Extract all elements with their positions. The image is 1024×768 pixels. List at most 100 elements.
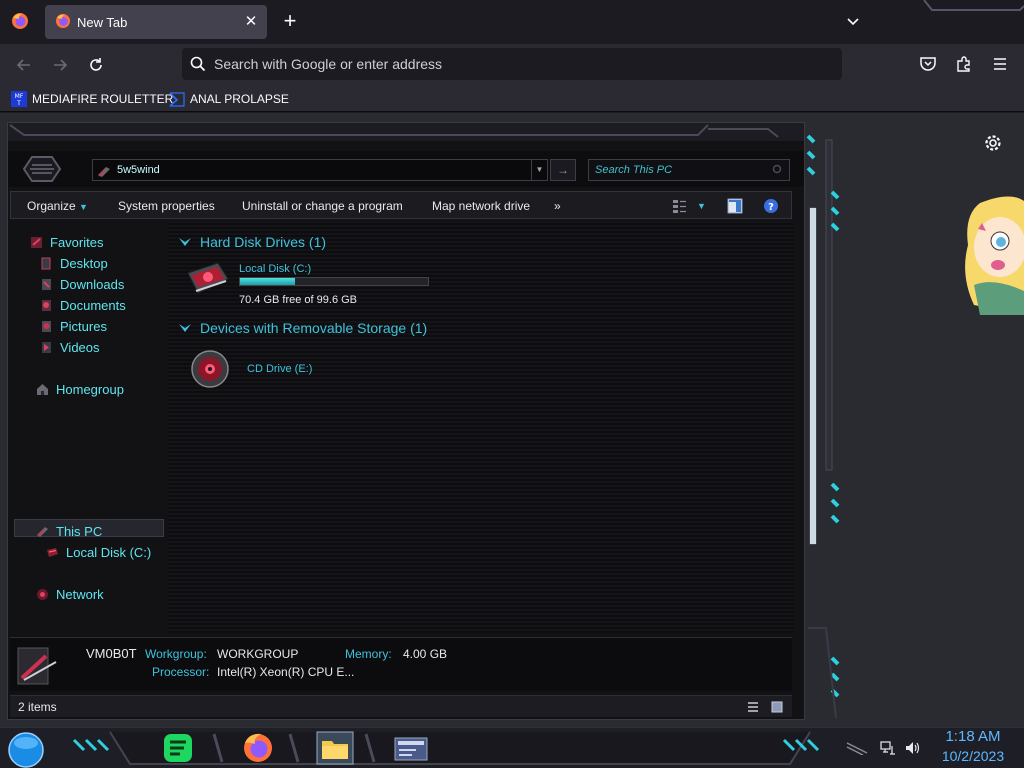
clock-time[interactable]: 1:18 AM <box>932 728 1014 745</box>
large-icons-view-icon[interactable] <box>770 700 784 714</box>
gear-icon[interactable] <box>983 133 1003 153</box>
pocket-icon[interactable] <box>918 54 938 74</box>
go-arrow-icon[interactable]: → <box>550 159 576 181</box>
nav-this-pc[interactable]: This PC <box>36 522 102 540</box>
help-icon[interactable]: ? <box>762 197 780 215</box>
reload-icon[interactable] <box>83 53 109 77</box>
workgroup-label: Workgroup: <box>145 647 207 661</box>
taskbar: 1:18 AM 10/2/2023 <box>0 727 1024 768</box>
address-dropdown-icon[interactable]: ▼ <box>531 160 547 180</box>
group-label: Devices with Removable Storage (1) <box>200 320 428 336</box>
prolapse-icon <box>169 92 185 107</box>
svg-text:MF: MF <box>15 93 24 100</box>
group-header-removable-storage[interactable]: Devices with Removable Storage (1) <box>178 320 427 336</box>
tab-new-tab[interactable]: New Tab ✕ <box>45 5 267 39</box>
nav-label: Downloads <box>60 276 125 292</box>
firefox-icon[interactable] <box>239 731 277 765</box>
nav-local-disk[interactable]: Local Disk (C:) <box>46 543 151 561</box>
volume-icon[interactable] <box>904 740 920 756</box>
windows-orb-icon[interactable] <box>22 155 62 183</box>
nav-label: Desktop <box>60 255 108 271</box>
bookmark-mediafire[interactable]: MF T MEDIAFIRE ROULETTER <box>11 90 173 108</box>
chevron-down-icon: ▼ <box>79 202 88 212</box>
view-options-icon[interactable] <box>671 197 689 215</box>
control-panel-icon[interactable] <box>392 731 430 765</box>
search-icon[interactable] <box>771 164 783 176</box>
nav-pictures[interactable]: Pictures <box>40 317 107 335</box>
search-this-pc-input[interactable] <box>595 162 765 178</box>
menu-icon[interactable] <box>990 54 1010 74</box>
star-icon <box>31 236 42 248</box>
show-hidden-icons[interactable] <box>845 741 869 755</box>
nav-documents[interactable]: Documents <box>40 296 126 314</box>
system-properties-button[interactable]: System properties <box>118 199 215 213</box>
chevron-down-icon[interactable] <box>843 12 863 32</box>
tab-strip: New Tab ✕ + <box>0 0 1024 44</box>
bookmark-prolapse[interactable]: ANAL PROLAPSE <box>169 90 289 108</box>
address-input[interactable] <box>117 162 517 178</box>
command-bar: Organize ▼ System properties Uninstall o… <box>10 191 792 219</box>
processor-label: Processor: <box>152 665 210 679</box>
capacity-fill <box>240 278 295 285</box>
group-header-hard-disk-drives[interactable]: Hard Disk Drives (1) <box>178 234 326 250</box>
firefox-view-icon[interactable] <box>11 12 29 30</box>
nav-favorites[interactable]: Favorites <box>30 233 103 251</box>
nav-label: Homegroup <box>56 381 124 397</box>
memory-label: Memory: <box>345 647 392 661</box>
nav-label: Documents <box>60 297 126 313</box>
start-orb-icon[interactable] <box>8 732 44 768</box>
new-tab-button[interactable]: + <box>279 10 301 34</box>
search-icon <box>190 56 206 72</box>
chevron-down-icon <box>179 238 191 246</box>
taskbar-decoration <box>72 731 820 765</box>
address-bar[interactable]: ▼ <box>92 159 548 181</box>
drive-item-e[interactable]: CD Drive (E:) <box>190 349 390 393</box>
pictures-icon <box>42 320 51 332</box>
hard-drive-icon <box>47 547 58 557</box>
spotify-icon[interactable] <box>160 731 198 765</box>
homegroup-icon <box>37 383 48 395</box>
nav-downloads[interactable]: Downloads <box>40 275 124 293</box>
hard-drive-icon <box>187 262 229 294</box>
explorer-search-box[interactable] <box>588 159 790 181</box>
network-tray-icon[interactable] <box>880 740 896 756</box>
back-arrow-icon[interactable] <box>11 53 37 77</box>
bookmark-label: ANAL PROLAPSE <box>190 92 289 106</box>
nav-homegroup[interactable]: Homegroup <box>36 380 124 398</box>
nav-desktop[interactable]: Desktop <box>40 254 108 272</box>
uninstall-program-button[interactable]: Uninstall or change a program <box>242 199 403 213</box>
group-label: Hard Disk Drives (1) <box>200 234 327 250</box>
drive-c-free-space: 70.4 GB free of 99.6 GB <box>239 294 358 306</box>
preview-pane-icon[interactable] <box>726 197 744 215</box>
computer-icon <box>98 167 110 177</box>
organize-button[interactable]: Organize ▼ <box>27 199 88 213</box>
status-bar: 2 items <box>10 695 792 717</box>
window-decoration <box>923 0 1024 11</box>
organize-label: Organize <box>27 199 76 213</box>
details-view-icon[interactable] <box>746 700 760 714</box>
forward-arrow-icon[interactable] <box>47 53 73 77</box>
close-tab-icon[interactable]: ✕ <box>241 12 261 32</box>
nav-label: Favorites <box>50 234 104 250</box>
file-explorer-icon[interactable] <box>316 731 354 765</box>
clock-date[interactable]: 10/2/2023 <box>932 748 1014 764</box>
url-bar[interactable] <box>182 48 842 80</box>
chevron-down-icon <box>179 324 191 332</box>
nav-network[interactable]: Network <box>36 585 104 603</box>
explorer-navigation-bar: ▼ → <box>8 151 804 187</box>
computer-name: VM0B0T <box>86 646 137 661</box>
more-commands-button[interactable]: » <box>554 199 561 213</box>
cartoon-character-image <box>965 196 1024 315</box>
network-icon <box>37 588 48 600</box>
view-dropdown-icon[interactable]: ▼ <box>697 201 706 211</box>
bookmark-label: MEDIAFIRE ROULETTER <box>32 92 174 106</box>
nav-videos[interactable]: Videos <box>40 338 100 356</box>
workgroup-value: WORKGROUP <box>217 647 299 661</box>
map-network-drive-button[interactable]: Map network drive <box>432 199 530 213</box>
downloads-icon <box>42 278 51 290</box>
extensions-icon[interactable] <box>954 54 974 74</box>
cd-drive-icon <box>191 350 229 388</box>
url-input[interactable] <box>214 53 814 75</box>
items-view: Hard Disk Drives (1) Local Disk (C:) 70.… <box>168 221 794 633</box>
drive-c-capacity-bar <box>239 277 429 286</box>
